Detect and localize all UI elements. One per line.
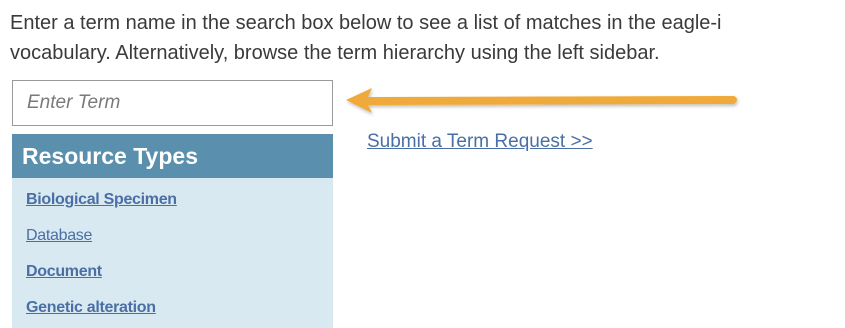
intro-text: Enter a term name in the search box belo… [10,8,845,68]
sidebar-link-biological-specimen[interactable]: Biological Specimen [26,191,177,208]
sidebar-item-database: Database [26,218,333,254]
submit-term-request-link[interactable]: Submit a Term Request >> [367,131,593,153]
left-arrow-icon [346,88,737,113]
sidebar-list: Biological Specimen Database Document Ge… [12,178,333,326]
page: Enter a term name in the search box belo… [0,0,845,328]
intro-line-1: Enter a term name in the search box belo… [10,12,722,34]
search-input[interactable] [12,80,333,126]
sidebar-link-genetic-alteration[interactable]: Genetic alteration [26,299,156,316]
sidebar-item-genetic-alteration: Genetic alteration [26,290,333,326]
sidebar-item-document: Document [26,254,333,290]
sidebar-link-document[interactable]: Document [26,263,102,280]
sidebar-item-biological-specimen: Biological Specimen [26,182,333,218]
sidebar-link-database[interactable]: Database [26,227,92,244]
resource-types-sidebar: Resource Types Biological Specimen Datab… [12,134,333,328]
intro-line-2: vocabulary. Alternatively, browse the te… [10,42,660,64]
sidebar-title: Resource Types [12,134,333,178]
